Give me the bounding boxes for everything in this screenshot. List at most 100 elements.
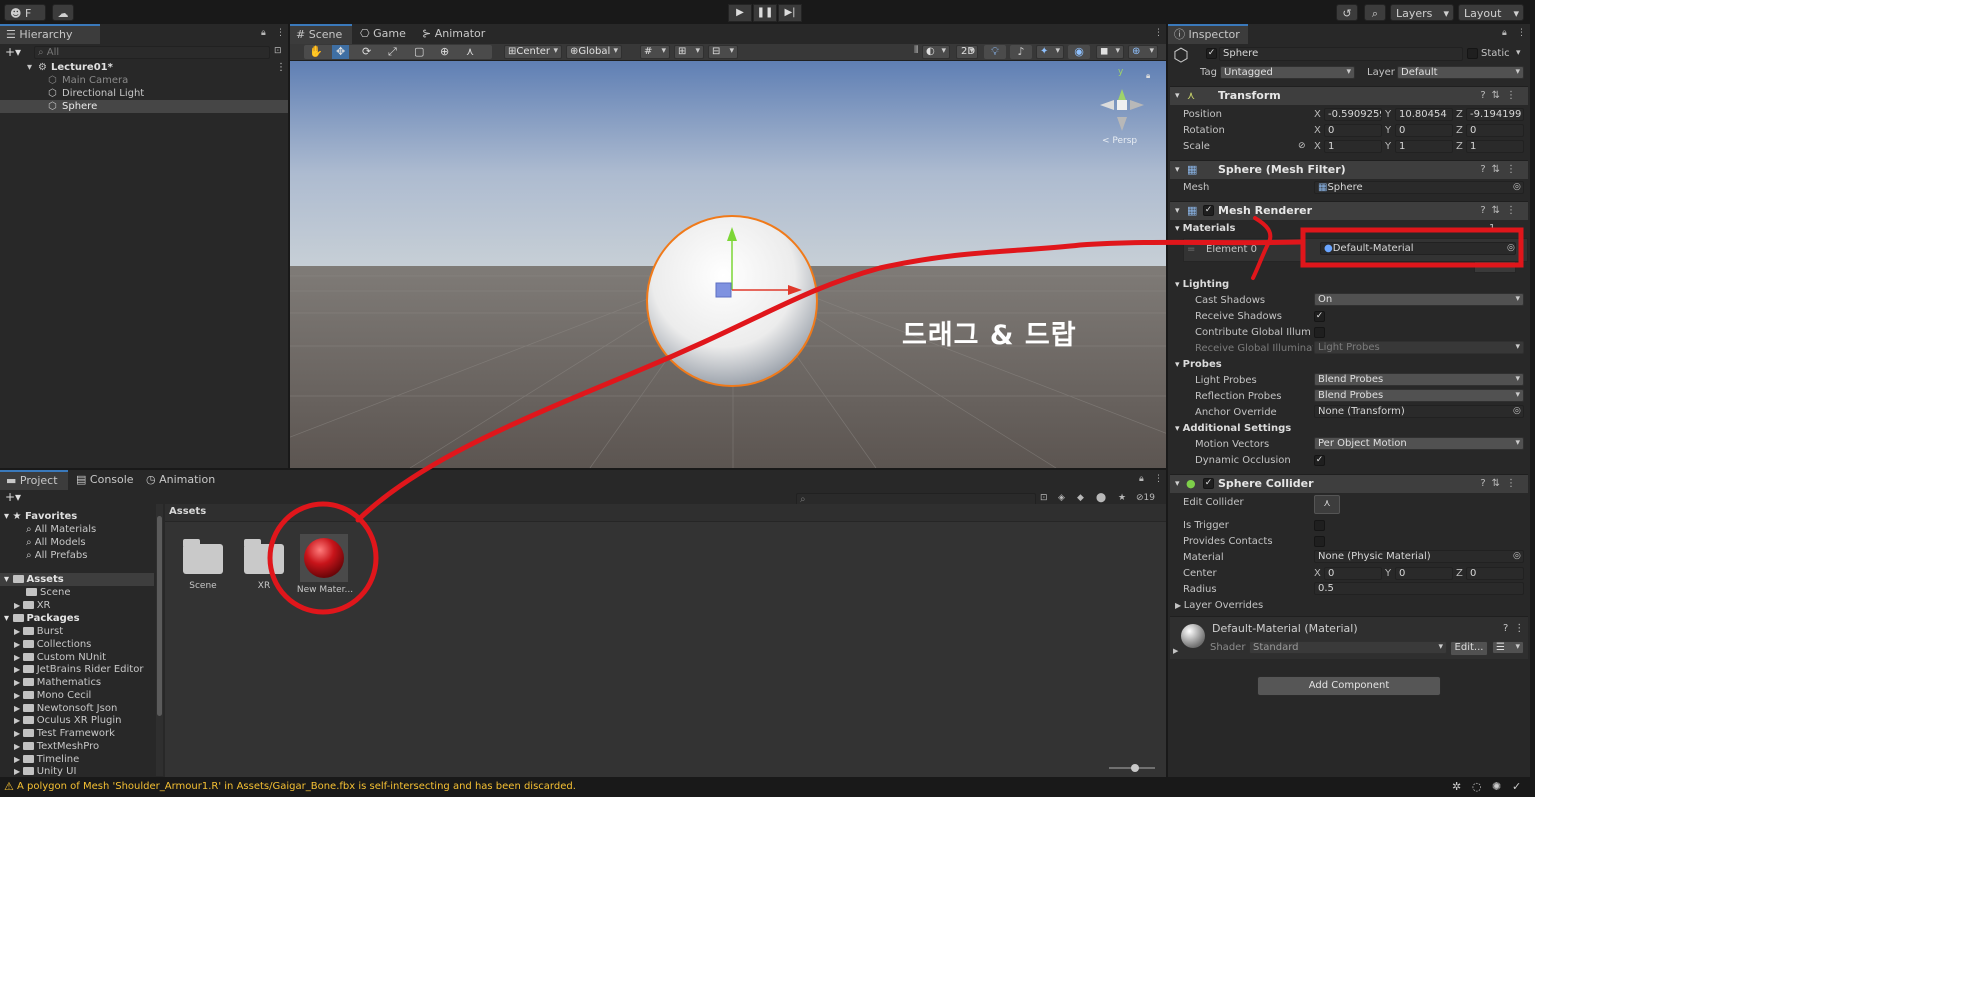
tab-project[interactable]: ▬ Project xyxy=(0,470,68,490)
axis-field-x[interactable]: 0 xyxy=(1324,567,1382,580)
scene-viewport[interactable]: y 🔒︎ < Persp 드래그 & 드랍 xyxy=(290,61,1166,468)
shader-edit-button[interactable]: Edit... xyxy=(1450,641,1488,656)
edit-collider-button[interactable]: ⋏ xyxy=(1314,495,1340,514)
probes-label[interactable]: ▾ Probes xyxy=(1175,358,1222,372)
audio-toggle[interactable]: ♪ xyxy=(1010,45,1032,59)
dynamic-occlusion-checkbox[interactable]: ✓ xyxy=(1314,455,1325,466)
package-item[interactable]: ▶ Mono Cecil xyxy=(0,689,163,702)
gizmos-dropdown[interactable]: ⊕ xyxy=(1128,45,1158,59)
layer-overrides-label[interactable]: ▶ Layer Overrides xyxy=(1175,599,1263,612)
favorite-item[interactable]: ⌕ All Materials xyxy=(0,523,163,536)
add-button[interactable]: +▾ xyxy=(5,45,21,59)
hand-tool-icon[interactable]: ✋ xyxy=(309,45,323,59)
favorites-header[interactable]: ▾ ★ Favorites xyxy=(0,510,154,523)
tab-hierarchy[interactable]: ☰ Hierarchy xyxy=(0,24,100,44)
shader-dropdown[interactable]: Standard xyxy=(1249,641,1447,654)
history-button[interactable]: ↺ xyxy=(1336,4,1358,21)
create-button[interactable]: +▾ xyxy=(5,490,21,504)
expand-icon[interactable]: ▶ xyxy=(1173,645,1178,658)
ruler-dropdown[interactable]: ⊟ xyxy=(708,45,738,59)
lighting-label[interactable]: ▾ Lighting xyxy=(1175,278,1229,292)
asset-item-new-material[interactable]: New Mater... xyxy=(296,534,366,608)
packages-header[interactable]: ▾ Packages xyxy=(0,612,154,625)
static-dropdown[interactable]: ▾ xyxy=(1516,47,1521,60)
tab-animation[interactable]: ◷ Animation xyxy=(140,470,220,490)
scale-tool-icon[interactable]: ⤢ xyxy=(388,45,397,59)
cloud-button[interactable]: ☁ xyxy=(52,4,74,21)
mesh-renderer-enabled-checkbox[interactable]: ✓ xyxy=(1203,205,1214,216)
lock-icon[interactable]: 🔒︎ xyxy=(261,28,266,38)
package-item[interactable]: ▶ Unity UI xyxy=(0,765,163,776)
search-button[interactable]: ⌕ xyxy=(1364,4,1386,21)
favorite-icon[interactable]: ★ xyxy=(1118,493,1126,503)
play-button[interactable]: ▶ xyxy=(728,4,752,22)
cast-shadows-dropdown[interactable]: On xyxy=(1314,293,1524,306)
transform-tool-icon[interactable]: ⊕ xyxy=(440,45,449,59)
scene-row[interactable]: ▾ ⚙ Lecture01* ⋮ xyxy=(0,61,288,74)
custom-tool-icon[interactable]: ⋏ xyxy=(466,45,474,59)
favorite-item[interactable]: ⌕ All Prefabs xyxy=(0,549,163,562)
axis-field-x[interactable]: -0.5909259 xyxy=(1324,108,1382,121)
add-component-button[interactable]: Add Component xyxy=(1257,676,1441,696)
more-icon[interactable]: ⋮ xyxy=(1154,28,1163,38)
tab-animator[interactable]: ⊱ Animator xyxy=(416,24,496,44)
mesh-filter-header[interactable]: ▾ ▦ Sphere (Mesh Filter) ?⇅⋮ xyxy=(1170,160,1528,179)
tab-inspector[interactable]: ⓘ Inspector xyxy=(1168,24,1248,44)
zoom-slider[interactable] xyxy=(1109,764,1155,772)
component-menu-icons[interactable]: ?⇅⋮ xyxy=(1480,161,1522,179)
hidden-packages-icon[interactable]: ⊘19 xyxy=(1136,493,1155,503)
assets-child[interactable]: ▶ XR xyxy=(0,599,163,612)
hierarchy-item-sphere[interactable]: ⬡ Sphere xyxy=(0,100,288,113)
axis-field-y[interactable]: 10.80454 xyxy=(1395,108,1453,121)
package-item[interactable]: ▶ Newtonsoft Json xyxy=(0,702,163,715)
component-menu-icons[interactable]: ?⇅⋮ xyxy=(1480,87,1522,105)
more-icon[interactable]: ⋮ xyxy=(1517,28,1526,38)
axis-field-z[interactable]: 0 xyxy=(1466,567,1524,580)
link-icon[interactable]: ⊘ xyxy=(1298,140,1306,153)
mesh-renderer-header[interactable]: ▾ ▦ ✓ Mesh Renderer ?⇅⋮ xyxy=(1170,201,1528,220)
is-trigger-checkbox[interactable] xyxy=(1314,520,1325,531)
rect-tool-icon[interactable]: ▢ xyxy=(414,45,424,59)
axis-field-y[interactable]: 0 xyxy=(1395,567,1453,580)
breadcrumb-assets[interactable]: Assets xyxy=(169,506,206,517)
grid-snap-dropdown[interactable]: # xyxy=(640,45,670,59)
scroll-thumb[interactable] xyxy=(157,516,162,716)
package-item[interactable]: ▶ Oculus XR Plugin xyxy=(0,714,163,727)
additional-settings-label[interactable]: ▾ Additional Settings xyxy=(1175,422,1291,436)
step-button[interactable]: ▶| xyxy=(778,4,802,22)
layer-dropdown[interactable]: Default xyxy=(1397,66,1524,79)
package-item[interactable]: ▶ Timeline xyxy=(0,753,163,766)
radius-field[interactable]: 0.5 xyxy=(1314,582,1524,595)
diagnostics-icon[interactable]: ✺ xyxy=(1492,780,1501,793)
package-item[interactable]: ▶ Test Framework xyxy=(0,727,163,740)
rotate-tool-icon[interactable]: ⟳ xyxy=(362,45,371,59)
package-item[interactable]: ▶ TextMeshPro xyxy=(0,740,163,753)
element0-material-field[interactable]: ●Default-Material xyxy=(1320,242,1516,255)
material-header-icons[interactable]: ?⋮ xyxy=(1503,622,1530,635)
zoom-slider-thumb[interactable] xyxy=(1131,764,1139,772)
list-add-remove[interactable] xyxy=(1474,261,1516,273)
package-item[interactable]: ▶ Burst xyxy=(0,625,163,638)
light-probes-dropdown[interactable]: Blend Probes xyxy=(1314,373,1524,386)
shader-options-dropdown[interactable]: ☰ xyxy=(1492,641,1524,654)
layers-dropdown[interactable]: Layers ▾ xyxy=(1390,4,1454,21)
type-filter-icon[interactable]: ◈ xyxy=(1058,493,1065,503)
active-checkbox[interactable]: ✓ xyxy=(1206,48,1217,59)
tab-game[interactable]: ⎔ Game xyxy=(354,24,414,44)
provides-contacts-checkbox[interactable] xyxy=(1314,536,1325,547)
lighting-toggle[interactable]: 💡︎ xyxy=(984,45,1006,59)
tree-scrollbar[interactable] xyxy=(156,504,163,776)
expand-icon[interactable]: ▾ xyxy=(27,61,32,74)
axis-field-x[interactable]: 0 xyxy=(1324,124,1382,137)
tab-console[interactable]: ▤ Console xyxy=(70,470,140,490)
lock-icon[interactable]: 🔒︎ xyxy=(1502,28,1507,38)
transform-header[interactable]: ▾ ⋏ Transform ?⇅⋮ xyxy=(1170,86,1528,105)
assets-child[interactable]: Scene xyxy=(0,586,163,599)
static-checkbox[interactable] xyxy=(1467,48,1478,59)
layout-dropdown[interactable]: Layout ▾ xyxy=(1458,4,1524,21)
hierarchy-item-main-camera[interactable]: ⬡ Main Camera xyxy=(0,74,288,87)
materials-label[interactable]: ▾ Materials xyxy=(1175,222,1235,236)
more-icon[interactable]: ⋮ xyxy=(276,28,285,38)
pivot-dropdown[interactable]: ⊞Center xyxy=(504,45,562,59)
ok-status-icon[interactable]: ✓ xyxy=(1512,780,1521,793)
